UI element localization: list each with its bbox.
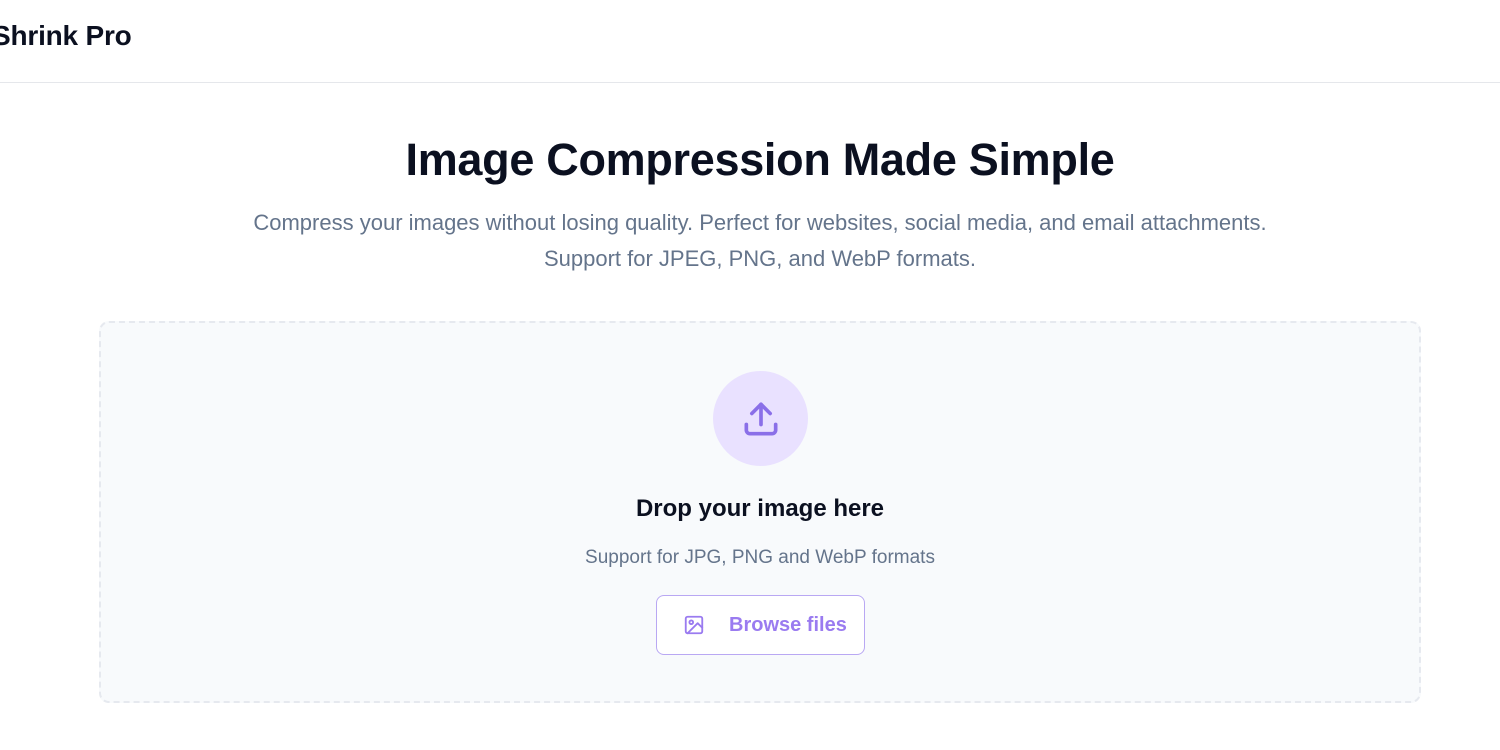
browse-files-button[interactable]: Browse files — [656, 595, 865, 655]
image-icon — [684, 615, 704, 635]
dropzone-subtitle: Support for JPG, PNG and WebP formats — [585, 547, 935, 568]
page-title: Image Compression Made Simple — [405, 134, 1115, 185]
upload-icon — [744, 402, 777, 435]
browse-files-label: Browse files — [729, 614, 847, 636]
dropzone-title: Drop your image here — [635, 495, 885, 522]
image-dropzone[interactable]: Drop your image here Support for JPG, PN… — [99, 321, 1421, 703]
top-bar: Shrink Pro — [0, 0, 1500, 83]
brand-logo-text[interactable]: Shrink Pro — [0, 20, 132, 52]
upload-icon-badge — [713, 371, 808, 466]
page-subtitle: Compress your images without losing qual… — [253, 210, 1267, 271]
